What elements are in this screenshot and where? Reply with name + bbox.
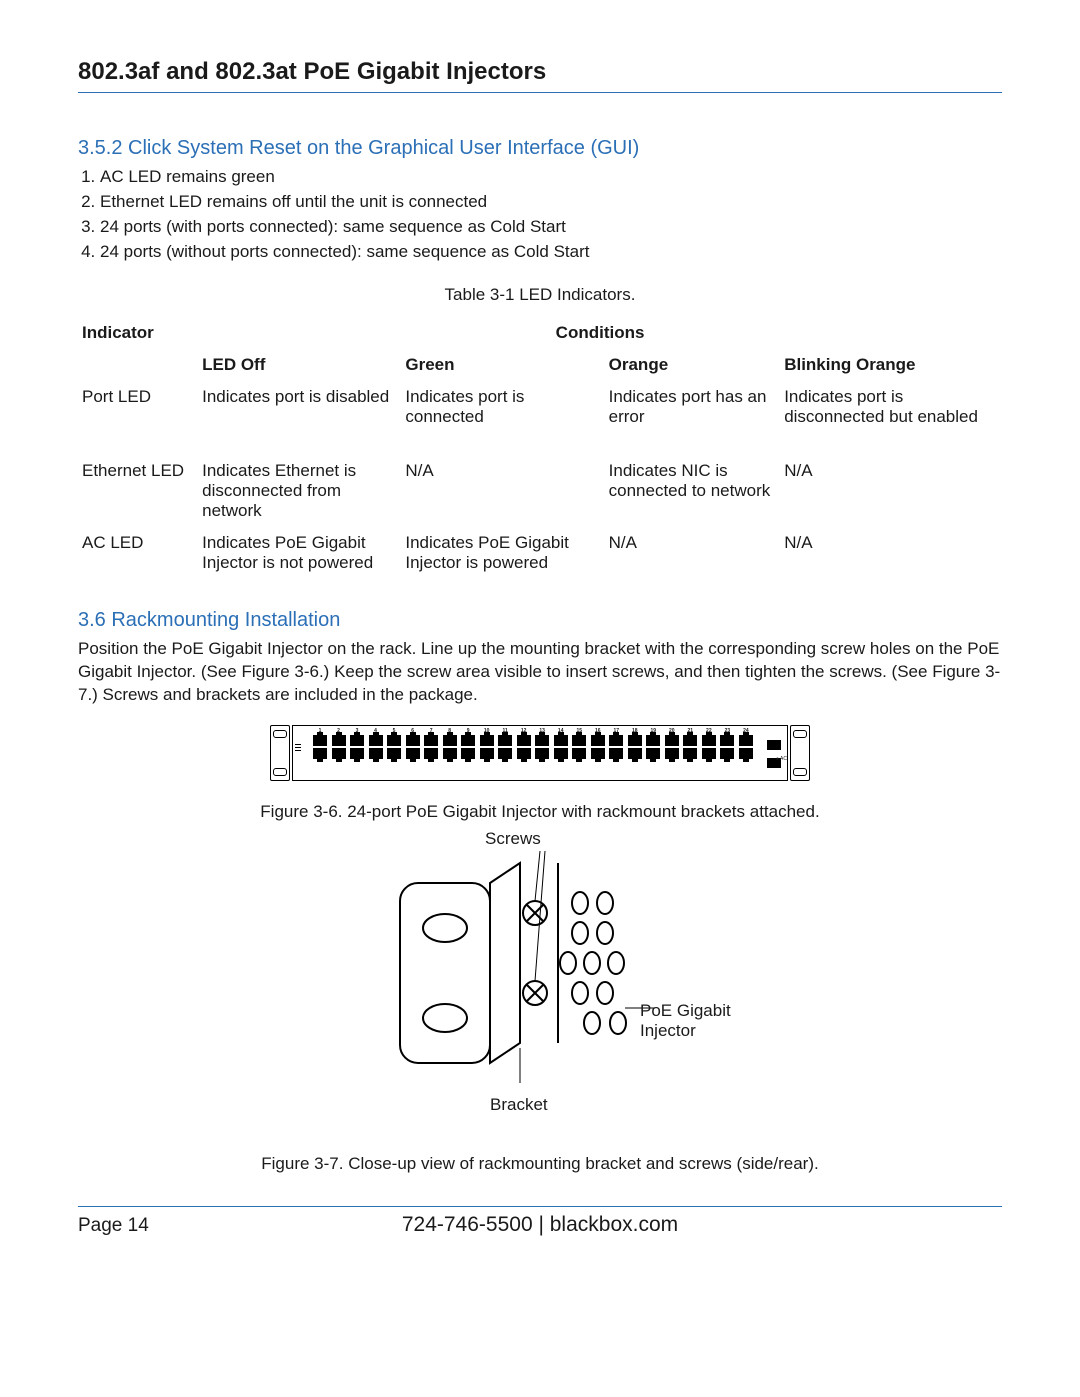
rj45-port-icon (665, 735, 679, 746)
rj45-port-icon (517, 748, 531, 759)
rj45-port-icon (350, 735, 364, 746)
footer-contact: 724-746-5500 | blackbox.com (0, 1213, 1080, 1237)
reset-step: Ethernet LED remains off until the unit … (100, 191, 1002, 214)
rj45-port-icon (702, 748, 716, 759)
rj45-port-icon (628, 735, 642, 746)
rj45-port-icon (535, 748, 549, 759)
rj45-port-icon (480, 735, 494, 746)
rj45-port-icon (683, 748, 697, 759)
rj45-port-icon (535, 735, 549, 746)
reset-step: 24 ports (without ports connected): same… (100, 241, 1002, 264)
rj45-port-icon (683, 735, 697, 746)
figure-3-6-caption: Figure 3-6. 24-port PoE Gigabit Injector… (78, 801, 1002, 824)
bracket-diagram-icon (370, 833, 710, 1093)
rj45-port-icon (609, 735, 623, 746)
rj45-port-icon (554, 748, 568, 759)
rj45-port-icon (424, 735, 438, 746)
reset-steps-list: AC LED remains green Ethernet LED remain… (78, 166, 1002, 264)
cell-green: N/A (401, 455, 604, 527)
switch-faceplate-icon: 123456789101112131415161718192021222324 … (292, 725, 788, 781)
label-device: PoE Gigabit Injector (640, 1001, 750, 1041)
rj45-port-icon (406, 748, 420, 759)
th-orange: Orange (605, 349, 781, 381)
ac-label: ● AC (776, 756, 787, 762)
rj45-port-icon (739, 735, 753, 746)
rj45-port-icon (720, 748, 734, 759)
cell-green: Indicates PoE Gigabit Injector is powere… (401, 527, 604, 579)
section-3-6-heading: 3.6 Rackmounting Installation (78, 609, 1002, 632)
figure-3-7: Screws (340, 833, 740, 1123)
rj45-port-icon (646, 735, 660, 746)
rj45-port-icon (461, 748, 475, 759)
rj45-port-icon (517, 735, 531, 746)
rj45-port-icon (646, 748, 660, 759)
cell-orange: N/A (605, 527, 781, 579)
rj45-port-icon (443, 735, 457, 746)
rj45-port-icon (480, 748, 494, 759)
rj45-port-icon (572, 748, 586, 759)
rj45-port-icon (572, 735, 586, 746)
rj45-port-icon (424, 748, 438, 759)
rj45-port-icon (313, 735, 327, 746)
rj45-port-icon (628, 748, 642, 759)
cell-blink: N/A (780, 455, 1002, 527)
th-led-off: LED Off (198, 349, 401, 381)
rack-ear-left-icon (270, 725, 290, 781)
rj45-port-icon (591, 735, 605, 746)
reset-step: AC LED remains green (100, 166, 1002, 189)
rj45-port-icon (591, 748, 605, 759)
th-indicator: Indicator (78, 317, 198, 349)
rj45-port-icon (387, 735, 401, 746)
rj45-port-icon (369, 748, 383, 759)
rj45-port-icon (609, 748, 623, 759)
cell-indicator: AC LED (78, 527, 198, 579)
cell-off: Indicates Ethernet is disconnected from … (198, 455, 401, 527)
rj45-port-icon (720, 735, 734, 746)
table-row: Ethernet LED Indicates Ethernet is disco… (78, 455, 1002, 527)
th-green: Green (401, 349, 604, 381)
rj45-port-icon (332, 735, 346, 746)
rj45-port-icon (387, 748, 401, 759)
footer-rule (78, 1206, 1002, 1207)
label-screws: Screws (485, 829, 541, 849)
cell-orange: Indicates NIC is connected to network (605, 455, 781, 527)
rj45-port-icon (406, 735, 420, 746)
table-3-1-caption: Table 3-1 LED Indicators. (78, 284, 1002, 307)
rj45-port-icon (350, 748, 364, 759)
rj45-port-icon (313, 748, 327, 759)
cell-indicator: Ethernet LED (78, 455, 198, 527)
doc-title: 802.3af and 802.3at PoE Gigabit Injector… (78, 58, 1002, 86)
rj45-port-icon (443, 748, 457, 759)
header-rule (78, 92, 1002, 93)
reset-step: 24 ports (with ports connected): same se… (100, 216, 1002, 239)
cell-indicator: Port LED (78, 381, 198, 433)
rack-ear-right-icon (790, 725, 810, 781)
table-row: Port LED Indicates port is disabled Indi… (78, 381, 1002, 433)
cell-blink: N/A (780, 527, 1002, 579)
rj45-port-icon (332, 748, 346, 759)
cell-blink: Indicates port is disconnected but enabl… (780, 381, 1002, 433)
led-indicators-table: Indicator Conditions LED Off Green Orang… (78, 317, 1002, 579)
cell-off: Indicates PoE Gigabit Injector is not po… (198, 527, 401, 579)
rj45-port-icon (461, 735, 475, 746)
table-row: AC LED Indicates PoE Gigabit Injector is… (78, 527, 1002, 579)
rj45-port-icon (498, 735, 512, 746)
rj45-port-icon (702, 735, 716, 746)
figure-3-7-caption: Figure 3-7. Close-up view of rackmountin… (78, 1153, 1002, 1176)
rj45-port-icon (369, 735, 383, 746)
label-bracket: Bracket (490, 1095, 548, 1115)
cell-orange: Indicates port has an error (605, 381, 781, 433)
figure-3-6: 123456789101112131415161718192021222324 … (270, 725, 810, 781)
rj45-port-icon (665, 748, 679, 759)
rj45-port-icon (739, 748, 753, 759)
page-footer: Page 14 724-746-5500 | blackbox.com (78, 1213, 1002, 1239)
cell-off: Indicates port is disabled (198, 381, 401, 433)
rj45-port-icon (498, 748, 512, 759)
section-3-5-2-heading: 3.5.2 Click System Reset on the Graphica… (78, 137, 1002, 160)
section-3-6-body: Position the PoE Gigabit Injector on the… (78, 638, 1002, 707)
th-conditions: Conditions (198, 317, 1002, 349)
cell-green: Indicates port is connected (401, 381, 604, 433)
rj45-port-icon (554, 735, 568, 746)
th-blinking: Blinking Orange (780, 349, 1002, 381)
